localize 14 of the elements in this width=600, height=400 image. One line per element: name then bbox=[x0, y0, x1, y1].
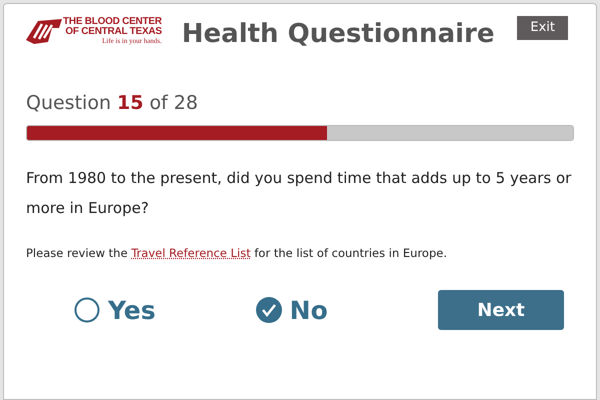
hand-logo-icon bbox=[26, 16, 62, 46]
question-number: 15 bbox=[116, 90, 144, 116]
question-counter-label: Question bbox=[26, 90, 111, 116]
question-total: of 28 bbox=[149, 90, 198, 116]
logo-text: OF CENTRAL TEXAS bbox=[65, 26, 162, 36]
answer-option[interactable]: No bbox=[256, 292, 328, 329]
exit-button[interactable]: Exit bbox=[517, 16, 568, 40]
travel-note: Please review the Travel Reference List for the list of countries in Europe. bbox=[26, 245, 448, 262]
next-button[interactable]: Next bbox=[438, 290, 564, 330]
question-text: From 1980 to the present, did you spend time that adds up to 5 years or more in Europe? bbox=[26, 168, 572, 219]
logo-text: THE BLOOD CENTER bbox=[63, 16, 162, 26]
answer-option[interactable]: Yes bbox=[74, 292, 156, 329]
travel-reference-link[interactable]: Travel Reference List bbox=[131, 246, 251, 260]
page-title: Health Questionnaire bbox=[182, 18, 494, 50]
